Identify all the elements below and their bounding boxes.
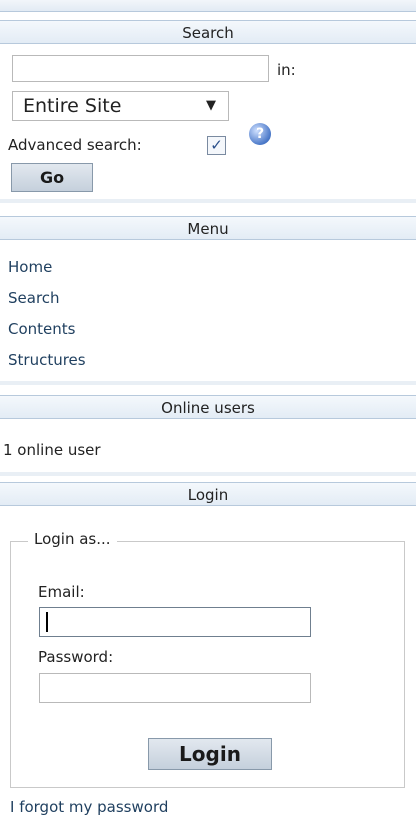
separator [0, 381, 416, 385]
search-input[interactable] [12, 55, 269, 82]
menu-item-search[interactable]: Search [8, 289, 60, 307]
online-users-header: Online users [0, 395, 416, 419]
advanced-search-checkbox[interactable]: ✓ [207, 136, 226, 155]
password-label: Password: [38, 648, 114, 666]
menu-item-structures[interactable]: Structures [8, 351, 86, 369]
text-cursor [46, 612, 48, 632]
email-label: Email: [38, 583, 85, 601]
login-legend: Login as... [28, 530, 117, 548]
online-users-count: 1 online user [3, 441, 101, 459]
separator [0, 472, 416, 476]
menu-header: Menu [0, 216, 416, 240]
email-field[interactable] [39, 607, 311, 637]
menu-item-home[interactable]: Home [8, 258, 52, 276]
separator [0, 199, 416, 203]
forgot-password-link[interactable]: I forgot my password [10, 798, 168, 816]
search-header: Search [0, 20, 416, 44]
in-label: in: [277, 61, 296, 79]
chevron-down-icon: ▼ [206, 98, 216, 113]
login-header: Login [0, 482, 416, 506]
go-button[interactable]: Go [11, 163, 93, 192]
login-button[interactable]: Login [148, 738, 272, 770]
top-strip [0, 0, 416, 12]
help-icon[interactable]: ? [249, 123, 271, 145]
scope-select[interactable]: Entire Site ▼ [12, 91, 229, 121]
menu-item-contents[interactable]: Contents [8, 320, 75, 338]
advanced-search-label: Advanced search: [8, 136, 142, 154]
password-field[interactable] [39, 673, 311, 703]
scope-value: Entire Site [23, 95, 122, 117]
